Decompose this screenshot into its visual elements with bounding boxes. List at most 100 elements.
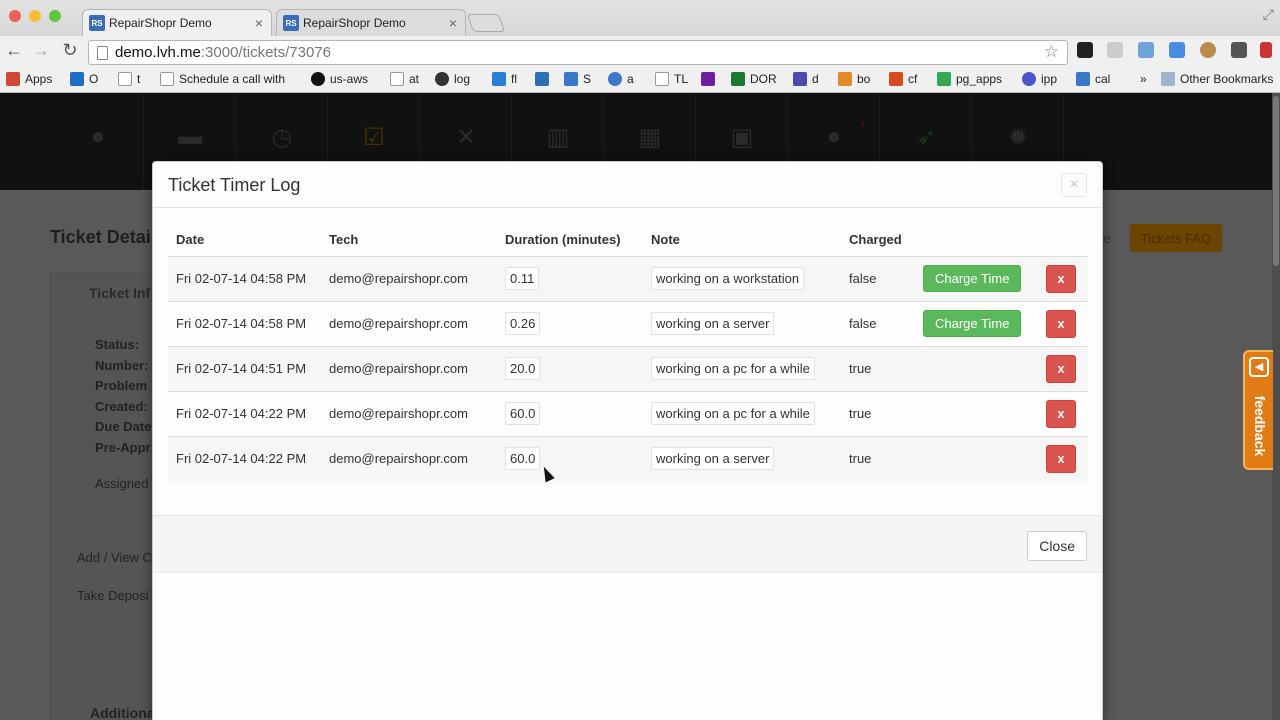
bookmark-item[interactable]: bo <box>838 72 870 86</box>
tickets-faq-button[interactable]: Tickets FAQ <box>1130 224 1222 252</box>
feedback-tab[interactable]: ◀ feedback <box>1243 350 1273 470</box>
bookmark-item[interactable]: ipp <box>1022 72 1057 86</box>
close-window-button[interactable] <box>9 10 21 22</box>
delete-entry-button[interactable]: x <box>1046 264 1076 293</box>
status-label: Status: <box>95 337 140 352</box>
timer-log-table: Date Tech Duration (minutes) Note Charge… <box>168 224 1088 481</box>
modal-body: Date Tech Duration (minutes) Note Charge… <box>168 224 1088 481</box>
window-extension-icon[interactable] <box>1138 42 1154 58</box>
close-tab-icon[interactable]: × <box>449 15 457 31</box>
fullscreen-icon[interactable]: ⤢ <box>1263 6 1274 23</box>
duration-field[interactable]: 60.0 <box>505 447 541 471</box>
note-field[interactable]: working on a pc for a while <box>651 402 815 425</box>
note-field[interactable]: working on a server <box>651 312 775 335</box>
charged-cell: false <box>841 255 915 301</box>
charge-time-button[interactable]: Charge Time <box>923 265 1022 292</box>
delete-cell: x <box>1038 345 1088 391</box>
charge-time-button[interactable]: Charge Time <box>923 310 1022 337</box>
forward-arrow-icon[interactable]: → <box>30 40 52 61</box>
delete-cell: x <box>1038 300 1088 346</box>
duration-field[interactable]: 0.26 <box>505 312 541 335</box>
take-deposit-button[interactable]: Take Deposi <box>77 588 149 603</box>
close-tab-icon[interactable]: × <box>255 15 263 31</box>
notification-badge: 4 <box>860 119 866 129</box>
zoom-window-button[interactable] <box>49 10 61 22</box>
repairshopr-favicon-icon: RS <box>283 15 299 31</box>
bookmark-item[interactable]: O <box>70 72 98 86</box>
puzzle-extension-icon[interactable] <box>1231 42 1247 58</box>
bookmark-item[interactable]: cal <box>1076 72 1110 86</box>
charge-action-cell: Charge Time <box>915 255 1038 301</box>
bookmark-item[interactable]: log <box>435 72 470 86</box>
calendar-icon: ▦ <box>638 124 662 151</box>
duration-field[interactable]: 0.11 <box>505 267 540 290</box>
column-header-delete <box>1038 224 1088 256</box>
note-field[interactable]: working on a workstation <box>651 267 805 290</box>
bookmark-item[interactable]: t <box>118 72 140 86</box>
bookmark-item[interactable]: us-aws <box>311 72 368 86</box>
bookmark-item[interactable]: DOR <box>731 72 777 86</box>
charge-action-cell: Charge Time <box>915 300 1038 346</box>
delete-entry-button[interactable]: x <box>1046 444 1076 473</box>
modal-close-icon[interactable]: × <box>1061 173 1087 197</box>
close-button[interactable]: Close <box>1027 531 1087 561</box>
p-extension-icon[interactable] <box>1169 42 1185 58</box>
minimize-window-button[interactable] <box>29 10 41 22</box>
delete-cell: x <box>1038 390 1088 436</box>
delete-entry-button[interactable]: x <box>1046 354 1076 383</box>
delete-entry-button[interactable]: x <box>1046 309 1076 338</box>
page-icon <box>390 72 404 86</box>
bookmark-item[interactable]: d <box>793 72 819 86</box>
note-field[interactable]: working on a pc for a while <box>651 357 815 380</box>
bookmark-item[interactable]: TL <box>655 72 688 86</box>
megaphone-icon: ◀ <box>1249 357 1269 377</box>
note-cell: working on a server <box>643 300 841 346</box>
bookmark-item[interactable] <box>701 72 720 86</box>
bookmark-item[interactable]: Apps <box>6 72 52 86</box>
duration-field[interactable]: 20.0 <box>505 357 541 380</box>
bookmark-item[interactable]: at <box>390 72 419 86</box>
table-row: Fri 02-07-14 04:58 PM demo@repairshopr.c… <box>168 255 1088 301</box>
table-row: Fri 02-07-14 04:58 PM demo@repairshopr.c… <box>168 300 1088 346</box>
amazon-extension-icon[interactable] <box>1077 42 1093 58</box>
nav-customers[interactable]: ● <box>52 93 144 190</box>
bookmark-item[interactable]: cf <box>889 72 917 86</box>
duration-field[interactable]: 60.0 <box>505 402 541 425</box>
browser-tab[interactable]: RS RepairShopr Demo × <box>82 9 272 36</box>
number-label: Number: <box>95 358 149 373</box>
dor-icon <box>731 72 745 86</box>
bookmark-item[interactable]: S <box>564 72 591 86</box>
address-bar[interactable]: demo.lvh.me:3000/tickets/73076 ☆ <box>88 40 1068 65</box>
other-bookmarks-folder[interactable]: Other Bookmarks <box>1161 72 1273 86</box>
date-cell: Fri 02-07-14 04:51 PM <box>168 345 321 391</box>
feedback-label: feedback <box>1252 395 1268 457</box>
delete-entry-button[interactable]: x <box>1046 399 1076 428</box>
bookmarks-overflow-button[interactable]: » <box>1140 72 1147 86</box>
browser-tab[interactable]: RS RepairShopr Demo × <box>276 9 466 36</box>
note-field[interactable]: working on a server <box>651 447 775 471</box>
user-icon: ● <box>90 123 106 150</box>
modal-footer: Close <box>153 515 1102 573</box>
reload-icon[interactable]: ↻ <box>59 40 81 61</box>
note-cell: working on a server <box>643 435 841 481</box>
hourglass-extension-icon[interactable] <box>1107 42 1123 58</box>
bookmark-item[interactable] <box>535 72 554 86</box>
cart-icon: ▬ <box>178 123 202 150</box>
menu-icon[interactable] <box>1260 42 1272 58</box>
bookmark-item[interactable]: fl <box>492 72 517 86</box>
clock-icon: ◷ <box>271 124 293 151</box>
ticket-timer-log-modal: Ticket Timer Log × Date Tech Duration (m… <box>152 161 1103 720</box>
bookmark-item[interactable]: pg_apps <box>937 72 1002 86</box>
bookmark-item[interactable]: Schedule a call with <box>160 72 285 86</box>
tech-cell: demo@repairshopr.com <box>321 390 497 436</box>
page-scrollbar-thumb[interactable] <box>1273 96 1279 266</box>
note-cell: working on a pc for a while <box>643 345 841 391</box>
charge-action-cell <box>915 345 1038 391</box>
bookmark-star-icon[interactable]: ☆ <box>1044 42 1059 62</box>
bookmark-item[interactable]: a <box>608 72 634 86</box>
new-tab-button[interactable] <box>466 14 506 32</box>
charged-cell: true <box>841 345 915 391</box>
add-view-button[interactable]: Add / View C <box>77 550 152 565</box>
back-arrow-icon[interactable]: ← <box>3 40 25 61</box>
cookie-extension-icon[interactable] <box>1200 42 1216 58</box>
